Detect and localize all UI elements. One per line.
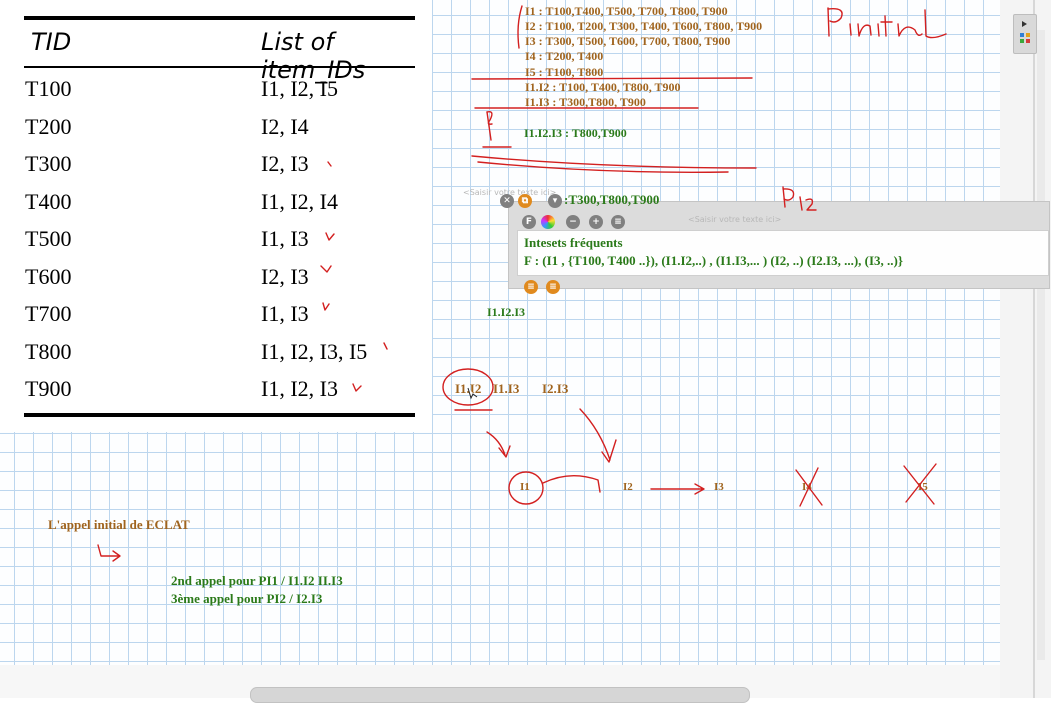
cross-i5: [903, 463, 937, 505]
ink-stroke: [542, 475, 601, 493]
double-underline: [471, 155, 757, 169]
separator-line: [471, 77, 753, 80]
vertical-scrollbar[interactable]: [1037, 30, 1045, 660]
arrow-down-right: [579, 408, 617, 463]
p12-stroke: [799, 196, 817, 211]
pinitial-stroke: [849, 9, 947, 39]
ink-layer: [97, 5, 947, 562]
horizontal-scrollbar[interactable]: [250, 687, 750, 703]
cross-i4: [795, 467, 823, 507]
cursor-icon: [467, 387, 478, 400]
arrow-down-left: [486, 431, 511, 458]
ink-stroke: [486, 111, 492, 141]
pinitial-stroke: [827, 7, 830, 37]
side-panel-toggle[interactable]: [1013, 14, 1037, 54]
check-marks: [320, 161, 388, 392]
bracket-stroke: [517, 5, 523, 49]
circle-i1: [508, 471, 544, 505]
pinitial-stroke: [827, 8, 843, 23]
panel-toggle-icon: [1020, 21, 1030, 43]
arrow-appel: [97, 544, 121, 562]
circle-i1i2: [442, 368, 494, 406]
p12-stroke: [782, 186, 786, 208]
arrow-right: [650, 483, 705, 495]
